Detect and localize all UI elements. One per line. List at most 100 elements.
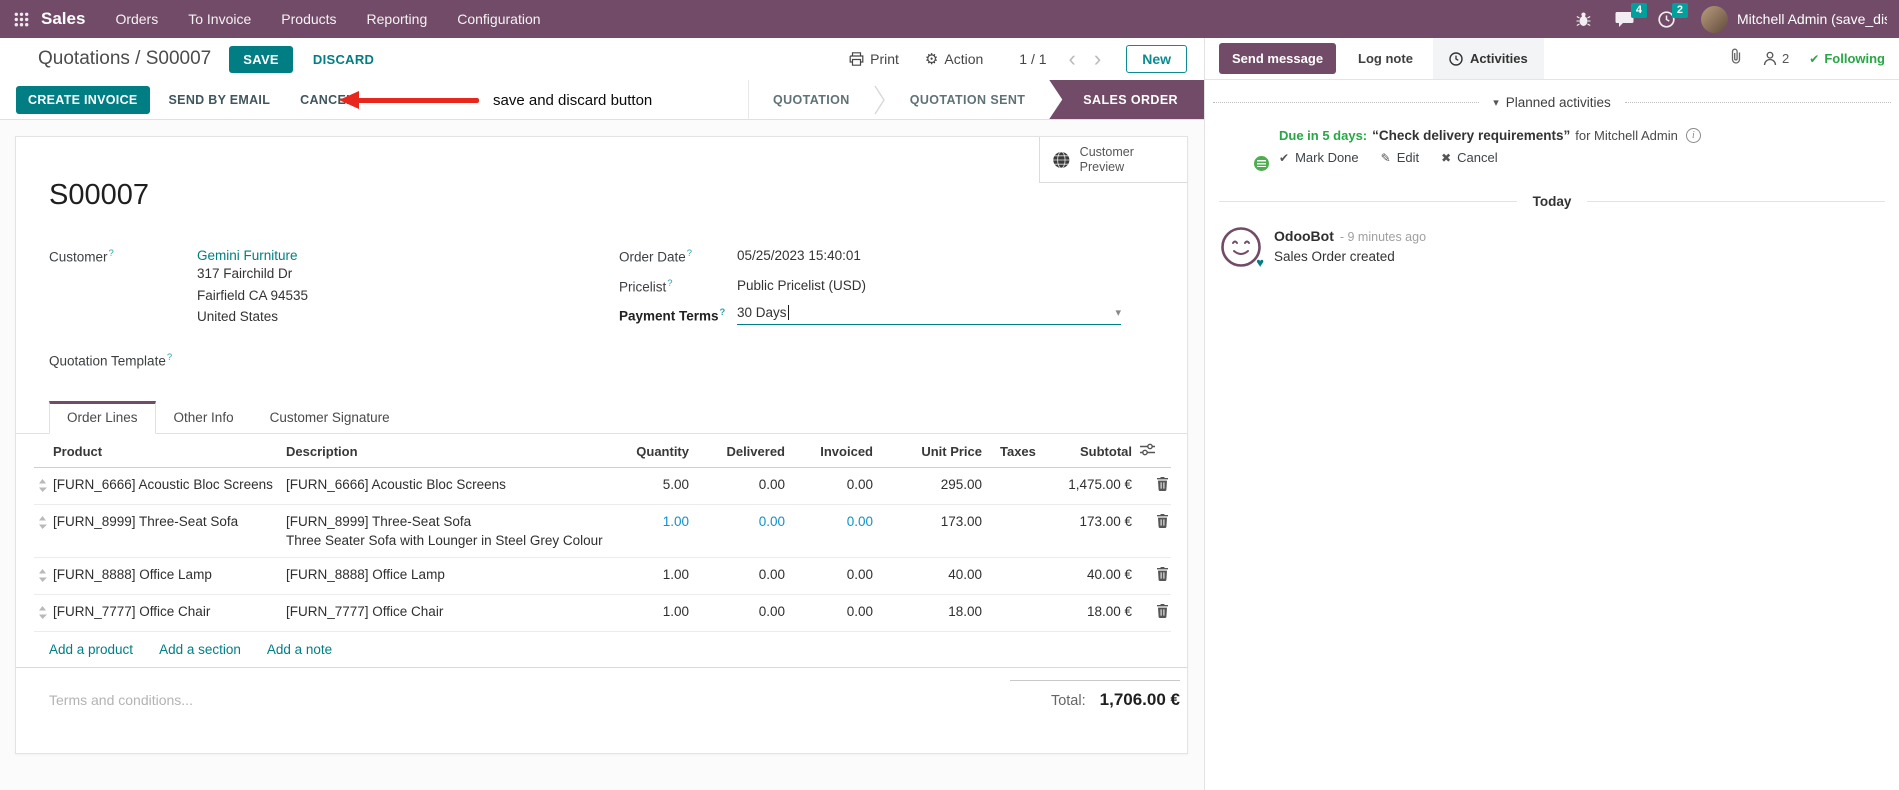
form-sheet: Customer Preview S00007 Customer? Gemini… bbox=[15, 136, 1188, 754]
user-menu[interactable]: Mitchell Admin (save_discard bbox=[1701, 5, 1887, 33]
menu-to-invoice[interactable]: To Invoice bbox=[188, 11, 251, 27]
activities-clock-icon[interactable]: 2 bbox=[1658, 2, 1688, 28]
delete-row-icon[interactable] bbox=[1136, 467, 1171, 506]
col-quantity[interactable]: Quantity bbox=[618, 434, 693, 469]
customer-address-line: Fairfield CA 94535 bbox=[197, 287, 309, 303]
tab-order-lines[interactable]: Order Lines bbox=[49, 401, 156, 435]
customer-address-line: 317 Fairchild Dr bbox=[197, 266, 293, 281]
edit-activity-button[interactable]: ✎ Edit bbox=[1381, 150, 1419, 165]
pricelist-field[interactable]: Public Pricelist (USD) bbox=[737, 278, 866, 295]
print-button[interactable]: Print bbox=[849, 51, 899, 67]
message-author[interactable]: OdooBot bbox=[1274, 228, 1334, 244]
order-date-field[interactable]: 05/25/2023 15:40:01 bbox=[737, 248, 861, 265]
chatter-toolbar: Send message Log note Activities 2 ✔ Fol… bbox=[1205, 38, 1899, 80]
user-avatar bbox=[1701, 5, 1728, 33]
optional-columns-icon[interactable] bbox=[1136, 434, 1171, 469]
heart-icon: ♥ bbox=[1256, 255, 1264, 270]
help-icon: ? bbox=[166, 351, 173, 363]
followers-button[interactable]: 2 bbox=[1763, 51, 1789, 66]
planned-activities-header: ▾ Planned activities bbox=[1213, 95, 1891, 110]
globe-icon bbox=[1053, 151, 1070, 168]
text-cursor bbox=[787, 305, 790, 320]
delete-row-icon[interactable] bbox=[1136, 504, 1171, 559]
person-icon bbox=[1763, 51, 1777, 66]
help-icon: ? bbox=[719, 307, 726, 318]
col-delivered[interactable]: Delivered bbox=[693, 434, 789, 469]
drag-handle-icon[interactable] bbox=[34, 594, 49, 633]
debug-bug-icon[interactable] bbox=[1576, 11, 1591, 27]
table-row[interactable]: [FURN_6666] Acoustic Bloc Screens [FURN_… bbox=[34, 467, 1171, 506]
discard-button[interactable]: DISCARD bbox=[313, 52, 374, 67]
pager-previous-icon[interactable]: ‹ bbox=[1069, 48, 1076, 70]
action-button[interactable]: ⚙ Action bbox=[925, 50, 983, 68]
table-header-row: Product Description Quantity Delivered I… bbox=[34, 434, 1171, 469]
record-title: S00007 bbox=[49, 179, 149, 211]
send-by-email-button[interactable]: SEND BY EMAIL bbox=[158, 86, 282, 114]
customer-link[interactable]: Gemini Furniture bbox=[197, 248, 298, 263]
following-button[interactable]: ✔ Following bbox=[1809, 51, 1885, 66]
red-arrow-shaft bbox=[357, 97, 479, 103]
log-note-button[interactable]: Log note bbox=[1358, 51, 1413, 66]
col-description[interactable]: Description bbox=[282, 434, 618, 469]
message-body: Sales Order created bbox=[1274, 249, 1395, 264]
x-icon: ✖ bbox=[1441, 150, 1452, 165]
create-invoice-button[interactable]: CREATE INVOICE bbox=[16, 85, 150, 114]
drag-handle-icon[interactable] bbox=[34, 504, 49, 559]
drag-handle-icon[interactable] bbox=[34, 467, 49, 506]
col-unit-price[interactable]: Unit Price bbox=[877, 434, 986, 469]
pricelist-label: Pricelist? bbox=[619, 277, 673, 295]
statusbar: QUOTATION QUOTATION SENT SALES ORDER bbox=[747, 80, 1204, 119]
messages-icon[interactable]: 4 bbox=[1615, 2, 1647, 28]
add-a-product-link[interactable]: Add a product bbox=[49, 642, 133, 657]
pencil-icon: ✎ bbox=[1380, 150, 1391, 165]
help-icon: ? bbox=[667, 277, 673, 289]
col-invoiced[interactable]: Invoiced bbox=[789, 434, 877, 469]
customer-label: Customer? bbox=[49, 248, 114, 265]
customer-preview-button[interactable]: Customer Preview bbox=[1039, 137, 1187, 183]
activity-summary: “Check delivery requirements” bbox=[1372, 128, 1571, 143]
menu-reporting[interactable]: Reporting bbox=[367, 11, 428, 27]
user-name: Mitchell Admin (save_discard bbox=[1737, 11, 1887, 27]
drag-handle-icon[interactable] bbox=[34, 557, 49, 596]
add-a-note-link[interactable]: Add a note bbox=[267, 642, 332, 657]
dropdown-caret-icon[interactable]: ▾ bbox=[1115, 306, 1121, 319]
mark-done-button[interactable]: ✔ Mark Done bbox=[1279, 150, 1359, 165]
stage-quotation-sent[interactable]: QUOTATION SENT bbox=[886, 80, 1050, 119]
breadcrumb[interactable]: Quotations / S00007 bbox=[38, 48, 211, 70]
menu-orders[interactable]: Orders bbox=[115, 11, 158, 27]
table-row[interactable]: [FURN_8999] Three-Seat Sofa [FURN_8999] … bbox=[34, 504, 1171, 559]
chatter-panel: Send message Log note Activities 2 ✔ Fol… bbox=[1205, 38, 1899, 790]
stage-sales-order[interactable]: SALES ORDER bbox=[1049, 80, 1204, 119]
col-taxes[interactable]: Taxes bbox=[986, 434, 1056, 469]
activities-count-badge: 2 bbox=[1671, 2, 1688, 18]
send-message-button[interactable]: Send message bbox=[1219, 43, 1337, 74]
tab-customer-signature[interactable]: Customer Signature bbox=[252, 401, 408, 434]
apps-grid-icon[interactable] bbox=[14, 12, 29, 27]
activity-type-badge-icon bbox=[1252, 154, 1271, 173]
tab-other-info[interactable]: Other Info bbox=[156, 401, 252, 434]
menu-products[interactable]: Products bbox=[281, 11, 336, 27]
col-subtotal[interactable]: Subtotal bbox=[1056, 434, 1136, 469]
app-name[interactable]: Sales bbox=[41, 9, 85, 29]
col-product[interactable]: Product bbox=[49, 434, 282, 469]
cancel-activity-button[interactable]: ✖ Cancel bbox=[1441, 150, 1498, 165]
delete-row-icon[interactable] bbox=[1136, 557, 1171, 596]
menu-configuration[interactable]: Configuration bbox=[457, 11, 540, 27]
table-row[interactable]: [FURN_8888] Office Lamp [FURN_8888] Offi… bbox=[34, 557, 1171, 596]
info-icon[interactable]: i bbox=[1685, 128, 1701, 143]
terms-and-conditions-placeholder[interactable]: Terms and conditions... bbox=[49, 692, 193, 710]
today-divider: Today bbox=[1219, 194, 1886, 209]
collapse-caret-icon: ▾ bbox=[1493, 97, 1499, 109]
add-a-section-link[interactable]: Add a section bbox=[159, 642, 241, 657]
delete-row-icon[interactable] bbox=[1136, 594, 1171, 633]
payment-terms-input[interactable]: 30 Days ▾ bbox=[737, 305, 1121, 325]
save-button[interactable]: SAVE bbox=[229, 45, 293, 73]
planned-activities-toggle[interactable]: ▾ Planned activities bbox=[1479, 95, 1625, 110]
table-row[interactable]: [FURN_7777] Office Chair [FURN_7777] Off… bbox=[34, 594, 1171, 633]
stage-quotation[interactable]: QUOTATION bbox=[749, 80, 874, 119]
activities-tab[interactable]: Activities bbox=[1432, 38, 1544, 79]
new-button[interactable]: New bbox=[1126, 45, 1187, 73]
pager-next-icon[interactable]: › bbox=[1094, 48, 1101, 70]
notebook-tabs: Order Lines Other Info Customer Signatur… bbox=[16, 401, 1187, 435]
attach-files-icon[interactable] bbox=[1729, 48, 1743, 69]
